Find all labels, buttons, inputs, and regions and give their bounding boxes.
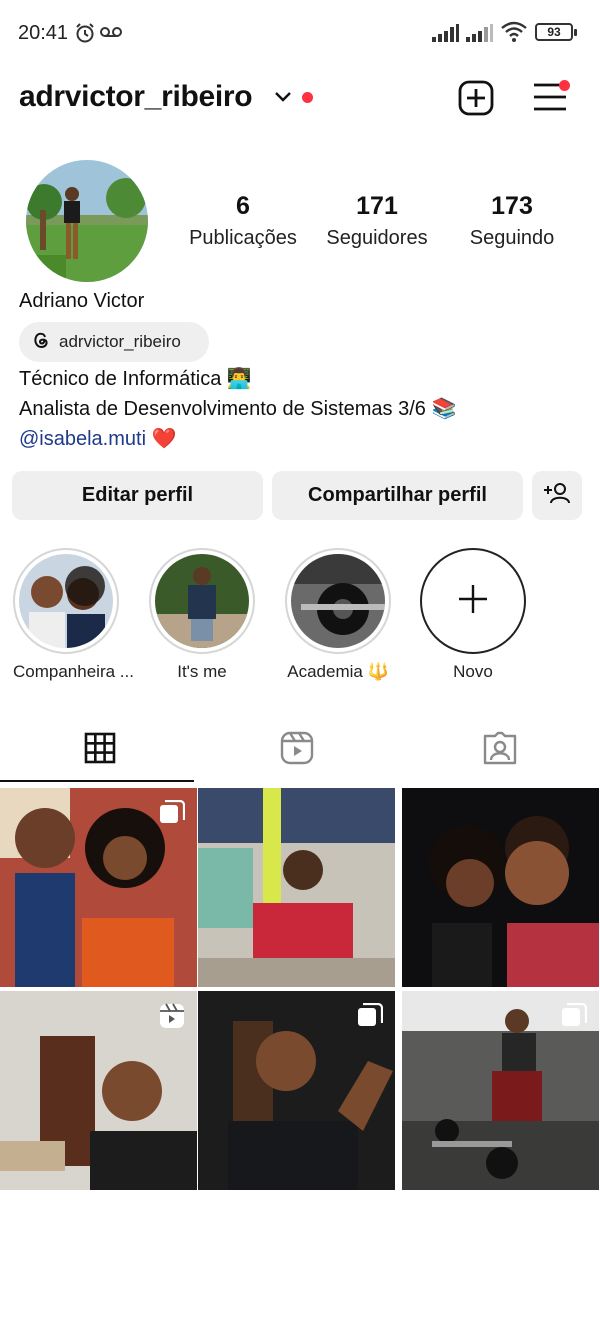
highlight-label: It's me [177, 662, 227, 681]
reel-icon [159, 1003, 185, 1034]
status-time: 20:41 [18, 22, 69, 44]
highlight-item[interactable]: It's me [149, 548, 255, 682]
profile-tabs [0, 718, 600, 782]
battery-icon: 93 [535, 23, 577, 41]
threads-icon [31, 330, 51, 355]
notification-dot [559, 80, 570, 91]
full-name: Adriano Victor [19, 290, 145, 312]
threads-handle: adrvictor_ribeiro [59, 332, 181, 351]
highlight-item[interactable]: Companheira ... [13, 548, 134, 682]
post-thumbnail[interactable] [0, 991, 197, 1190]
highlight-label: Companheira ... [13, 662, 134, 681]
avatar[interactable] [26, 160, 148, 282]
edit-profile-button[interactable]: Editar perfil [12, 471, 263, 520]
tab-tagged[interactable] [400, 718, 600, 782]
post-thumbnail[interactable] [0, 788, 197, 987]
post-thumbnail[interactable] [402, 788, 599, 987]
tab-posts[interactable] [0, 718, 200, 782]
create-post-icon[interactable] [458, 80, 494, 121]
notification-dot [302, 92, 313, 103]
following-count: 173 [491, 192, 533, 220]
highlight-cover [155, 554, 249, 648]
threads-badge[interactable]: adrvictor_ribeiro [19, 322, 209, 362]
status-bar: 20:41 93 [0, 0, 600, 64]
reels-icon [280, 731, 314, 770]
posts-count: 6 [236, 192, 250, 220]
signal-icon [466, 24, 494, 47]
highlight-item[interactable]: Academia 🔱 [285, 548, 391, 682]
grid-icon [84, 732, 116, 769]
carousel-icon [357, 1002, 384, 1034]
username-switcher[interactable]: adrvictor_ribeiro [19, 80, 253, 114]
followers-label: Seguidores [326, 227, 428, 249]
post-thumbnail[interactable] [402, 991, 599, 1190]
profile-header: adrvictor_ribeiro [0, 70, 600, 126]
highlight-label: Novo [453, 662, 493, 681]
plus-icon [457, 583, 489, 620]
tagged-icon [483, 731, 517, 770]
highlight-cover [19, 554, 113, 648]
stat-followers[interactable]: 171 Seguidores [318, 192, 436, 250]
stat-posts[interactable]: 6 Publicações [183, 192, 303, 250]
tab-reels[interactable] [197, 718, 397, 782]
add-person-icon [543, 481, 571, 511]
carousel-icon [561, 1002, 588, 1034]
post-thumbnail[interactable] [198, 991, 395, 1190]
following-label: Seguindo [469, 227, 555, 249]
highlight-label: Academia 🔱 [287, 662, 389, 681]
alarm-icon [73, 21, 97, 50]
bio-line: Técnico de Informática 👨‍💻 [19, 368, 252, 390]
signal-icon [432, 24, 460, 47]
bio-mention-link[interactable]: @isabela.muti ❤️ [19, 426, 176, 451]
stat-following[interactable]: 173 Seguindo [458, 192, 566, 250]
share-profile-button[interactable]: Compartilhar perfil [272, 471, 523, 520]
wifi-icon [501, 21, 527, 48]
discover-people-button[interactable] [532, 471, 582, 520]
new-highlight-button[interactable]: Novo [420, 548, 526, 682]
highlight-cover [291, 554, 385, 648]
carousel-icon [159, 799, 186, 831]
post-thumbnail[interactable] [198, 788, 395, 987]
chevron-down-icon[interactable] [274, 90, 292, 108]
posts-label: Publicações [189, 227, 297, 249]
followers-count: 171 [356, 192, 398, 220]
bio-line: Analista de Desenvolvimento de Sistemas … [19, 398, 457, 420]
voicemail-icon [100, 25, 122, 44]
active-tab-indicator [0, 780, 194, 782]
